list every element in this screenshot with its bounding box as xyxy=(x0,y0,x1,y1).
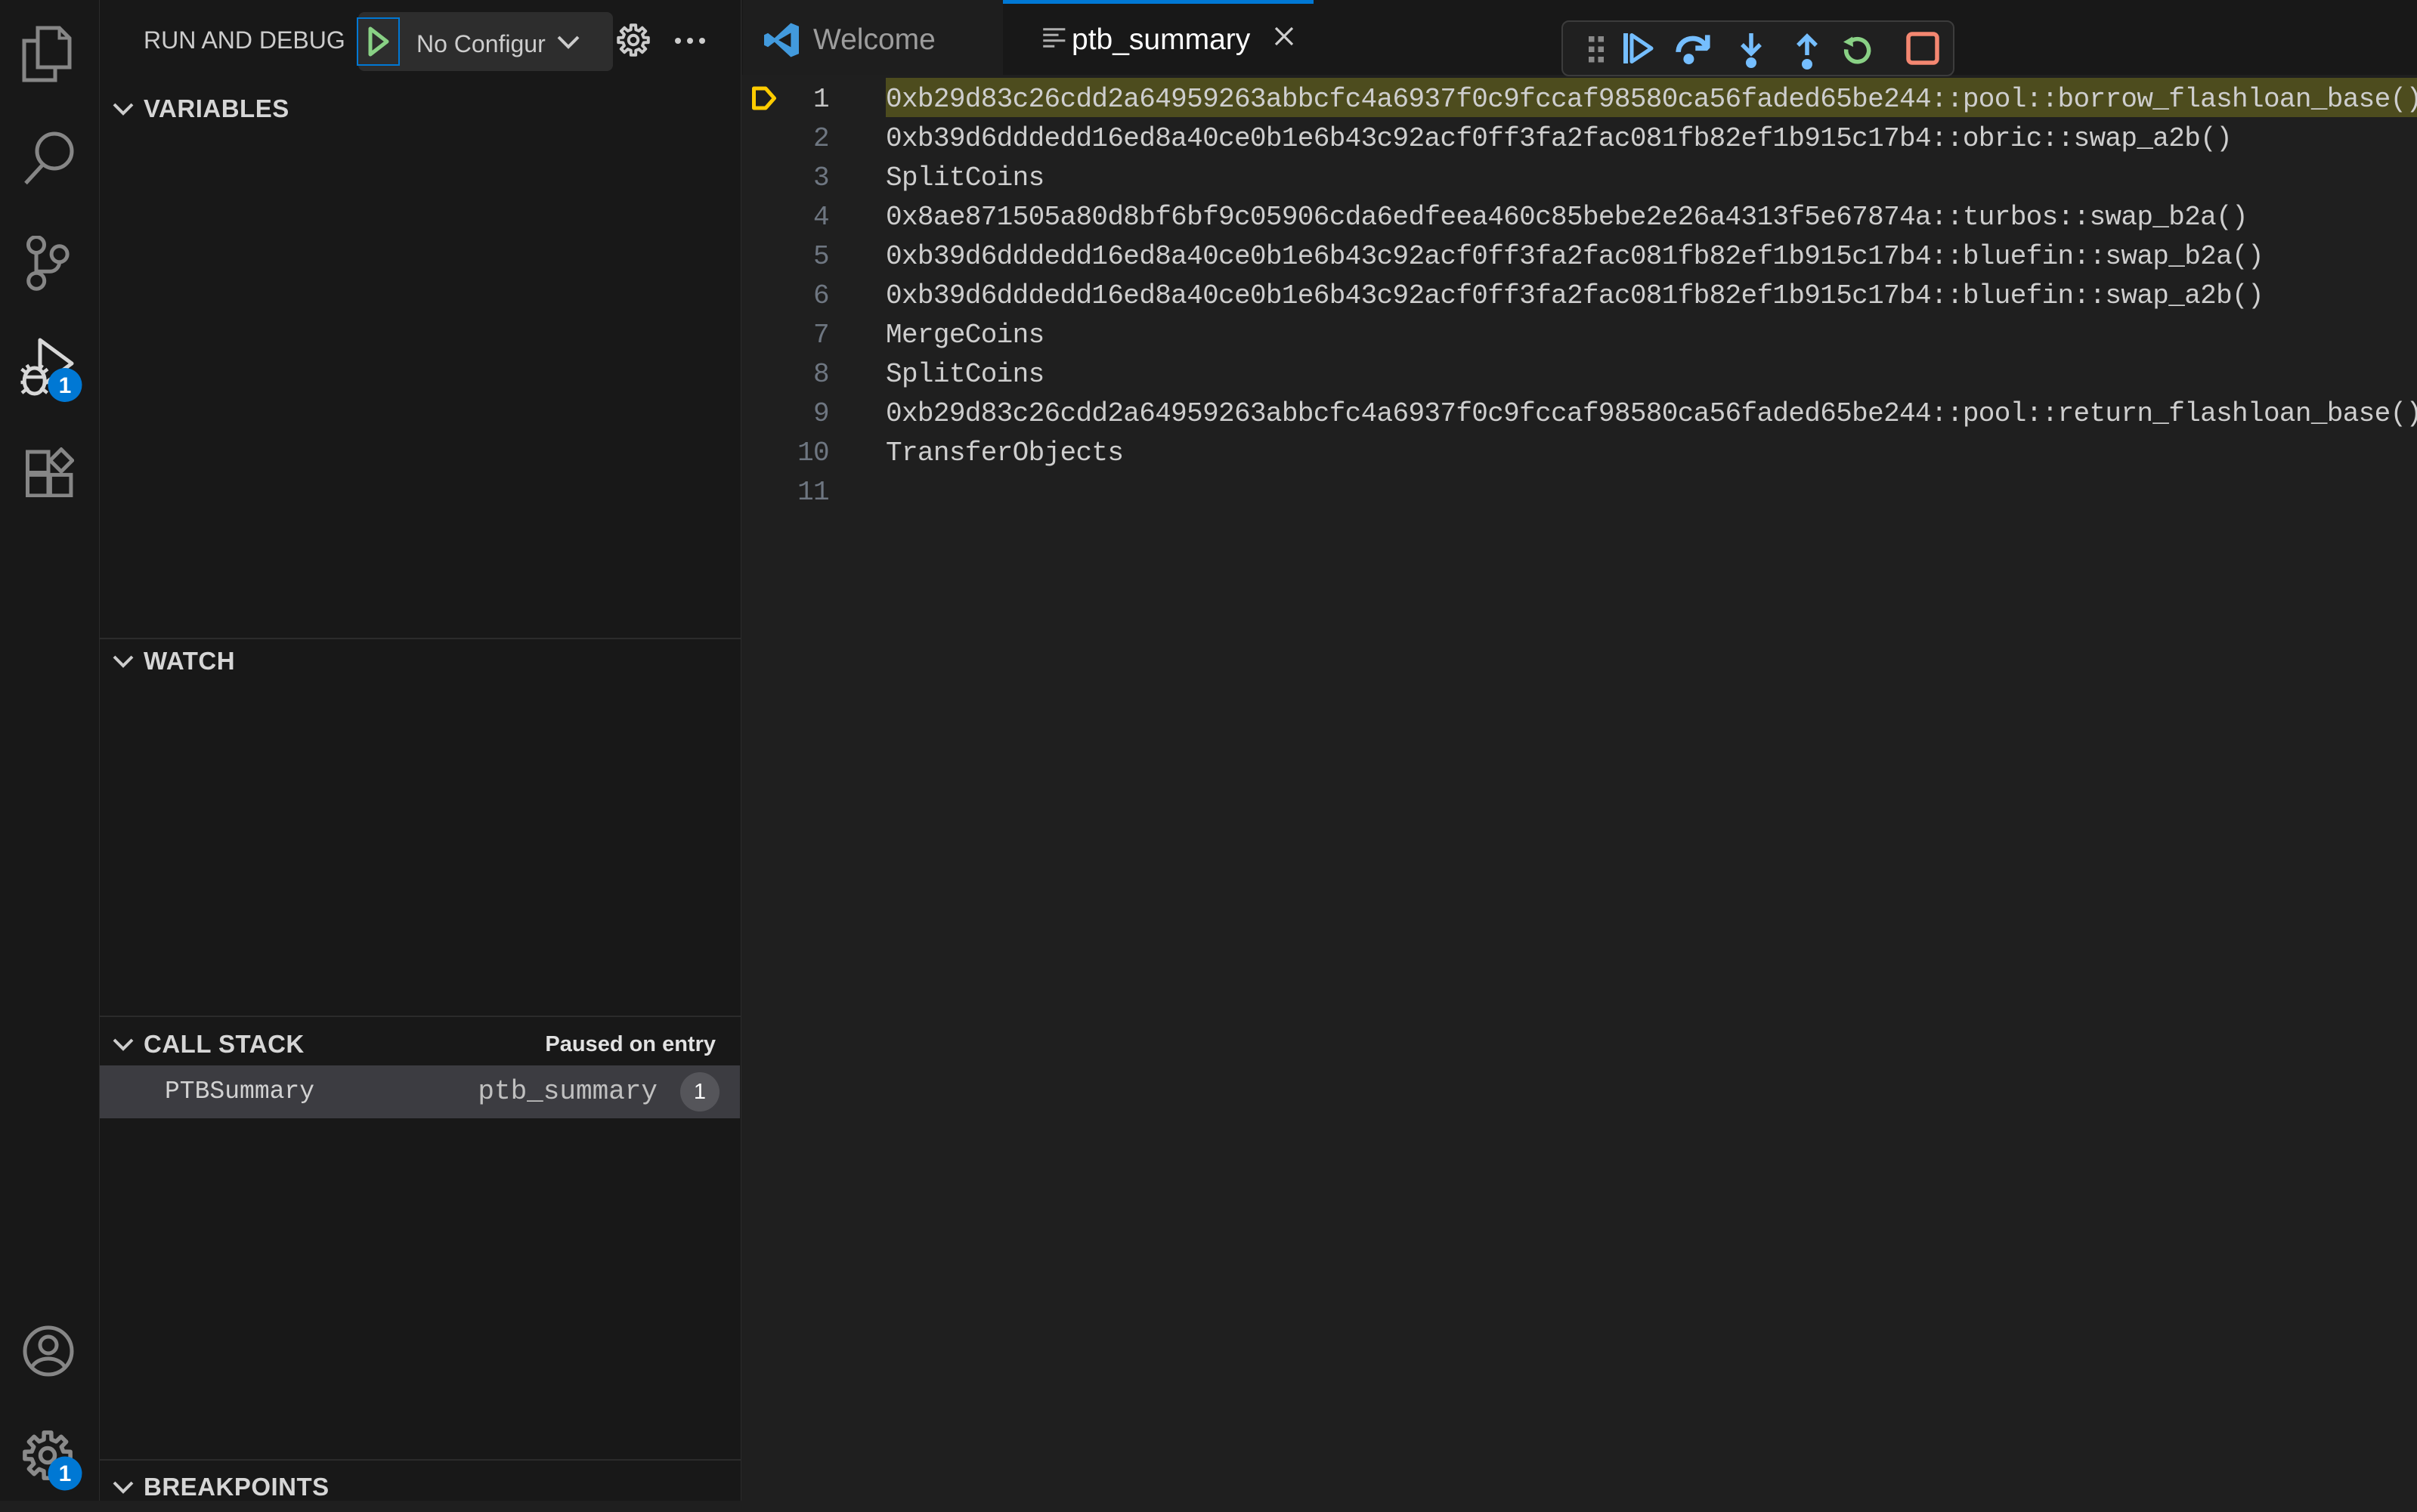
svg-text:1: 1 xyxy=(59,1461,72,1486)
svg-text:1: 1 xyxy=(59,373,72,398)
